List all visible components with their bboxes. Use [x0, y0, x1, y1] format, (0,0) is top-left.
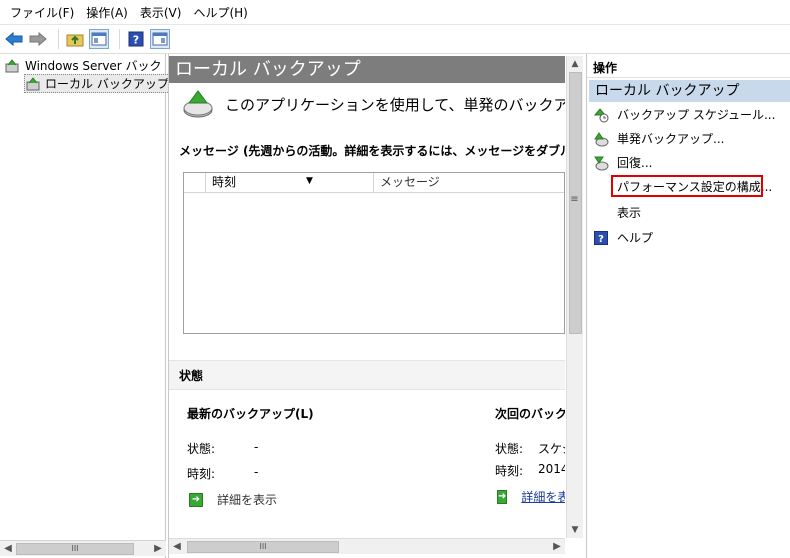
recover-icon — [593, 155, 609, 171]
status-section-title: 状態 — [169, 360, 565, 390]
next-time-value: 2014 — [538, 462, 565, 476]
action-recover[interactable]: 回復... — [593, 154, 652, 171]
sort-down-icon: ▼ — [306, 176, 313, 186]
backup-disk-icon — [181, 88, 215, 120]
center-pane: ローカル バックアップ このアプリケーションを使用して、単発のバックアップを実行… — [168, 54, 584, 558]
action-label: バックアップ スケジュール... — [617, 108, 776, 122]
page-title: ローカル バックアップ — [169, 56, 565, 83]
splitter-grip-icon[interactable]: ≡ — [566, 194, 583, 205]
intro-text: このアプリケーションを使用して、単発のバックアップを実行 — [225, 95, 565, 114]
intro-row: このアプリケーションを使用して、単発のバックアップを実行 — [181, 88, 565, 120]
column-message[interactable]: メッセージ — [374, 173, 564, 192]
tree-root-label: Windows Server バックアップ — [25, 59, 163, 73]
actions-header: 操作 — [587, 58, 790, 78]
tree-root-node[interactable]: Windows Server バックアップ — [4, 57, 163, 74]
latest-view-details[interactable]: ➜ 詳細を表示 — [189, 491, 277, 508]
scroll-right-icon[interactable]: ▶ — [150, 541, 166, 557]
scroll-down-icon[interactable]: ▼ — [567, 522, 583, 538]
folder-up-icon[interactable] — [65, 29, 85, 49]
scroll-thumb[interactable]: III — [16, 542, 134, 555]
action-label: 単発バックアップ... — [617, 132, 725, 146]
console-tree: Windows Server バックアップ ローカル バックアップ ◀ III … — [0, 54, 172, 558]
highlight-box — [611, 175, 763, 197]
latest-view-details-label: 詳細を表示 — [217, 493, 278, 507]
show-action-pane-icon[interactable] — [150, 29, 170, 49]
latest-time-label: 時刻: — [187, 467, 216, 481]
next-time-label: 時刻: — [495, 464, 524, 478]
next-backup-title: 次回のバックアップ — [495, 407, 565, 421]
column-time-label: 時刻 — [212, 175, 237, 189]
backup-icon — [593, 131, 609, 147]
action-backup-schedule[interactable]: バックアップ スケジュール... — [593, 106, 775, 123]
scroll-thumb[interactable]: III — [187, 540, 339, 553]
backup-server-icon — [4, 58, 20, 74]
tree-horizontal-scrollbar[interactable]: ◀ III ▶ — [0, 540, 166, 556]
menu-view[interactable]: 表示(V) — [136, 4, 190, 21]
toolbar-separator — [58, 29, 59, 49]
show-tree-icon[interactable] — [89, 29, 109, 49]
action-help[interactable]: ? ヘルプ — [593, 229, 653, 246]
action-view[interactable]: 表示 — [617, 204, 641, 221]
svg-text:?: ? — [133, 34, 139, 47]
schedule-icon — [593, 107, 609, 123]
actions-pane: 操作 ローカル バックアップ バックアップ スケジュール... 単発バックアップ… — [586, 54, 790, 558]
next-status-label: 状態: — [495, 442, 524, 456]
messages-header: 時刻 ▼ メッセージ — [184, 173, 564, 193]
column-blank — [184, 173, 206, 192]
svg-text:?: ? — [598, 234, 604, 245]
local-backup-icon — [25, 76, 41, 92]
help-icon: ? — [593, 230, 609, 246]
tree-node-local-backup[interactable]: ローカル バックアップ — [24, 74, 172, 93]
menu-action[interactable]: 操作(A) — [82, 4, 136, 21]
latest-status-value: - — [254, 440, 259, 454]
messages-table[interactable]: 時刻 ▼ メッセージ — [183, 172, 565, 334]
scroll-right-icon[interactable]: ▶ — [549, 539, 565, 555]
center-vertical-scrollbar[interactable]: ▲ ▼ — [566, 56, 583, 538]
actions-section-local-backup[interactable]: ローカル バックアップ — [589, 80, 790, 102]
latest-status-label: 状態: — [187, 442, 216, 456]
help-icon[interactable]: ? — [126, 29, 146, 49]
next-view-details[interactable]: ➜ 詳細を表示 — [497, 488, 565, 505]
menu-help[interactable]: ヘルプ(H) — [189, 4, 255, 21]
action-one-time-backup[interactable]: 単発バックアップ... — [593, 130, 724, 147]
tree-child-label: ローカル バックアップ — [45, 77, 169, 91]
menu-bar: ファイル(F) 操作(A) 表示(V) ヘルプ(H) — [0, 0, 790, 24]
action-label: ヘルプ — [617, 231, 654, 245]
scroll-left-icon[interactable]: ◀ — [0, 541, 16, 557]
scroll-up-icon[interactable]: ▲ — [567, 56, 583, 72]
latest-backup-title: 最新のバックアップ(L) — [187, 407, 314, 421]
green-arrow-icon: ➜ — [189, 492, 203, 507]
toolbar-separator — [119, 29, 120, 49]
next-status-value: スケジュール — [538, 442, 565, 456]
forward-arrow-icon[interactable] — [28, 29, 48, 49]
center-horizontal-scrollbar[interactable]: ◀ III ▶ — [169, 538, 565, 554]
column-time[interactable]: 時刻 ▼ — [206, 173, 374, 192]
action-label: 表示 — [617, 206, 642, 220]
action-label: 回復... — [617, 156, 653, 170]
toolbar: ? — [0, 24, 790, 54]
scroll-left-icon[interactable]: ◀ — [169, 539, 185, 555]
green-arrow-icon: ➜ — [497, 489, 508, 504]
messages-title: メッセージ (先週からの活動。詳細を表示するには、メッセージをダブルクリックしま… — [179, 144, 565, 158]
next-view-details-label: 詳細を表示 — [521, 490, 565, 504]
back-arrow-icon[interactable] — [4, 29, 24, 49]
menu-file[interactable]: ファイル(F) — [6, 4, 82, 21]
latest-time-value: - — [254, 465, 259, 479]
